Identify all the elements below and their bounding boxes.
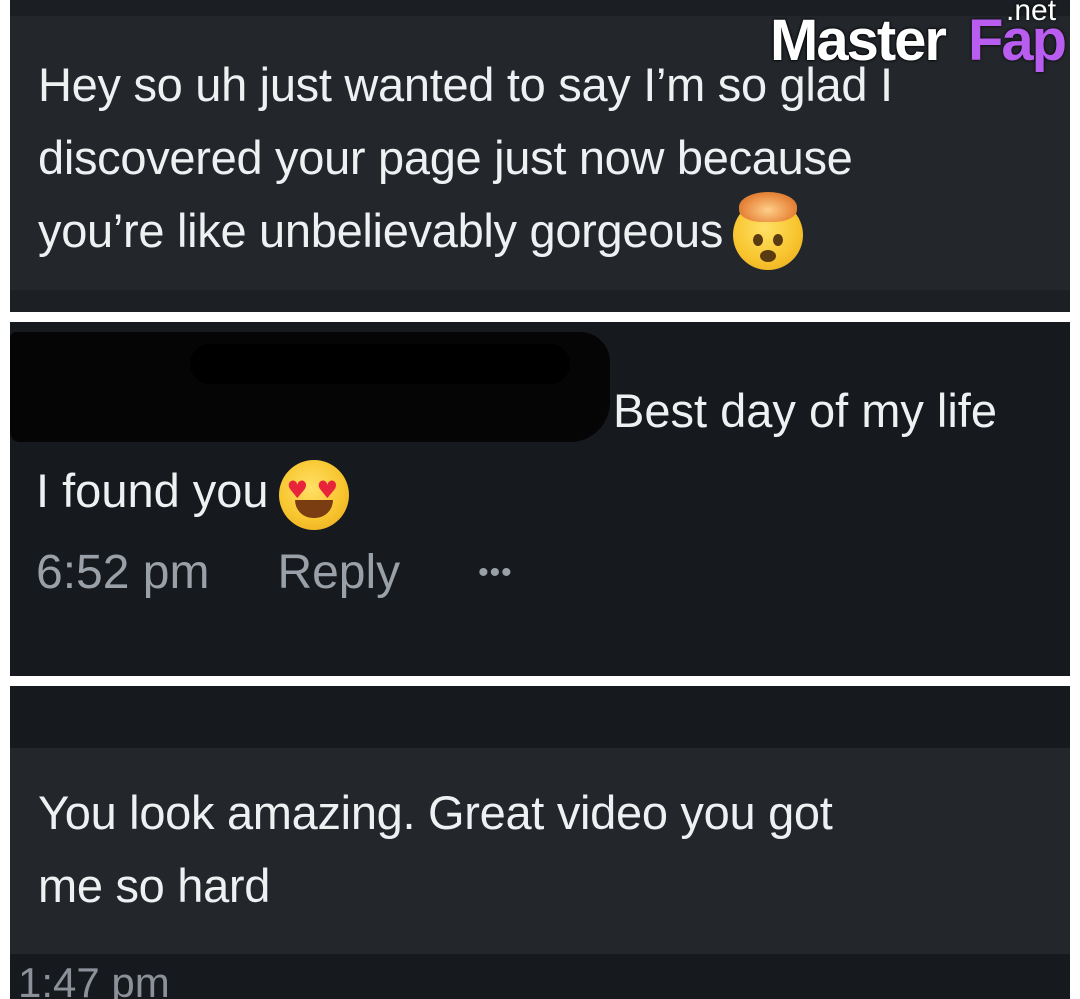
- watermark-logo: Master Fap .net: [770, 0, 1080, 80]
- comment-text: Hey so uh just wanted to say I’m so glad…: [38, 48, 1058, 270]
- comment-text-line-2: I found you ♥ ♥: [36, 454, 349, 530]
- heart-eyes-icon: ♥ ♥: [278, 459, 349, 530]
- timestamp: 6:52 pm: [36, 546, 210, 599]
- comment-panel-3: You look amazing. Great video you got me…: [10, 686, 1070, 999]
- divider: [10, 290, 1070, 312]
- comment-body: I found you: [36, 464, 269, 517]
- timestamp: 1:47 pm: [18, 959, 170, 999]
- comment-text: You look amazing. Great video you got me…: [38, 786, 833, 912]
- exploding-head-icon: [733, 191, 804, 270]
- comment-text-line-1: Best day of my life: [613, 384, 997, 437]
- comment-meta: 6:52 pm Reply •••: [36, 538, 513, 608]
- more-options-icon[interactable]: •••: [478, 538, 513, 608]
- redaction-mark: [190, 344, 570, 384]
- watermark-brand: Master: [770, 8, 947, 73]
- watermark-tld: .net: [1006, 0, 1057, 27]
- comment-panel-2: Best day of my life I found you ♥ ♥ 6:52 p…: [10, 322, 1070, 676]
- reply-button[interactable]: Reply: [277, 538, 400, 608]
